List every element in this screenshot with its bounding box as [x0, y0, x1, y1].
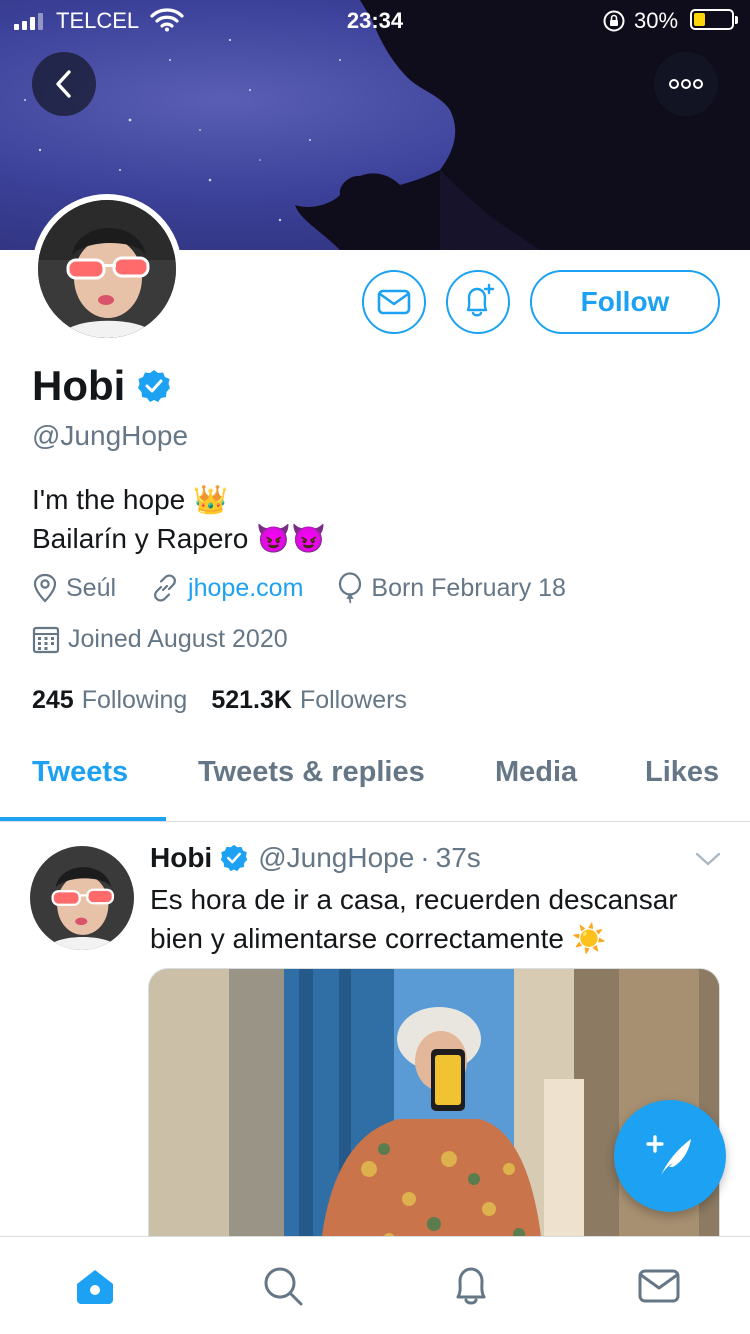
followers-count: 521.3K: [211, 686, 292, 714]
nav-notifications[interactable]: [446, 1261, 496, 1311]
tab-likes[interactable]: Likes: [645, 756, 719, 789]
birthday-item: Born February 18: [337, 572, 566, 604]
profile-name-row: Hobi: [32, 362, 171, 410]
back-button[interactable]: [32, 52, 96, 116]
birthday-text: Born February 18: [371, 573, 566, 602]
devil-emoji: 😈😈: [256, 523, 327, 554]
rotation-lock-icon: [603, 10, 625, 32]
profile-joined-row: Joined August 2020: [32, 624, 322, 654]
message-button[interactable]: [362, 270, 426, 334]
verified-badge-icon: [138, 370, 171, 402]
tweet-avatar[interactable]: [30, 846, 134, 950]
link-icon: [154, 574, 177, 602]
location-pin-icon: [33, 573, 57, 603]
nav-home[interactable]: [70, 1261, 120, 1311]
tab-tweets-and-replies[interactable]: Tweets & replies: [198, 756, 425, 789]
joined-text: Joined August 2020: [68, 624, 288, 653]
tweet-body: Es hora de ir a casa, recuerden descansa…: [150, 880, 730, 958]
location-item: Seúl: [32, 573, 116, 603]
battery-level: [694, 13, 705, 26]
notifications-button[interactable]: [446, 270, 510, 334]
compose-tweet-button[interactable]: [614, 1100, 726, 1212]
following-count: 245: [32, 686, 74, 714]
profile-bio: I'm the hope 👑 Bailarín y Rapero 😈😈: [32, 480, 326, 558]
bio-text-2: Bailarín y Rapero: [32, 523, 249, 554]
mail-icon: [377, 289, 411, 315]
tweet-separator: ·: [420, 842, 430, 873]
nav-messages[interactable]: [634, 1261, 684, 1311]
balloon-icon: [339, 572, 362, 604]
search-icon: [264, 1267, 303, 1306]
website-item[interactable]: jhope.com: [150, 573, 303, 603]
bio-line-1: I'm the hope 👑: [32, 480, 326, 519]
tab-tweets[interactable]: Tweets: [32, 756, 128, 789]
tweet-author-name[interactable]: Hobi: [150, 842, 212, 874]
avatar-photo: [38, 200, 176, 338]
status-bar: TELCEL 23:34 30%: [0, 0, 750, 40]
tweet-timestamp: 37s: [435, 842, 481, 873]
followers-label: Followers: [299, 686, 407, 714]
profile-handle: @JungHope: [32, 420, 189, 451]
bio-text-1: I'm the hope: [32, 484, 186, 515]
profile-meta-row: Seúl jhope.com Born February 18: [32, 572, 600, 604]
tweet-author-handle: @JungHope: [258, 842, 415, 873]
following-label: Following: [81, 686, 188, 714]
followers-stat[interactable]: 521.3K Followers: [211, 686, 407, 715]
compose-feather-icon: [646, 1135, 691, 1175]
tweet-header: Hobi @JungHope · 37s: [150, 842, 481, 874]
location-text: Seúl: [66, 573, 117, 602]
home-icon: [77, 1270, 113, 1304]
more-horizontal-icon: [669, 79, 703, 89]
website-link[interactable]: jhope.com: [188, 574, 303, 603]
follow-button[interactable]: Follow: [530, 270, 720, 334]
following-stat[interactable]: 245 Following: [32, 686, 187, 715]
chevron-down-icon[interactable]: [694, 850, 722, 868]
active-tab-indicator: [0, 817, 166, 821]
chevron-left-icon: [56, 70, 71, 98]
bell-plus-icon: [466, 283, 495, 317]
bottom-navigation: [0, 1236, 750, 1334]
bio-line-2: Bailarín y Rapero 😈😈: [32, 519, 326, 558]
bell-icon: [456, 1267, 486, 1305]
tab-media[interactable]: Media: [495, 756, 577, 789]
mail-icon: [638, 1269, 680, 1303]
profile-display-name: Hobi: [32, 362, 126, 409]
nav-search[interactable]: [258, 1261, 308, 1311]
verified-badge-icon: [221, 844, 248, 872]
battery-icon: [690, 9, 738, 30]
profile-avatar[interactable]: [32, 194, 182, 344]
joined-item: Joined August 2020: [32, 624, 288, 654]
crown-emoji: 👑: [193, 484, 229, 515]
calendar-icon: [32, 626, 60, 654]
sun-emoji: ☀️: [571, 923, 607, 954]
battery-percent: 30%: [634, 8, 679, 33]
more-options-button[interactable]: [654, 52, 718, 116]
profile-tabs: Tweets Tweets & replies Media Likes: [0, 740, 750, 822]
profile-stats: 245 Following 521.3K Followers: [32, 686, 407, 715]
